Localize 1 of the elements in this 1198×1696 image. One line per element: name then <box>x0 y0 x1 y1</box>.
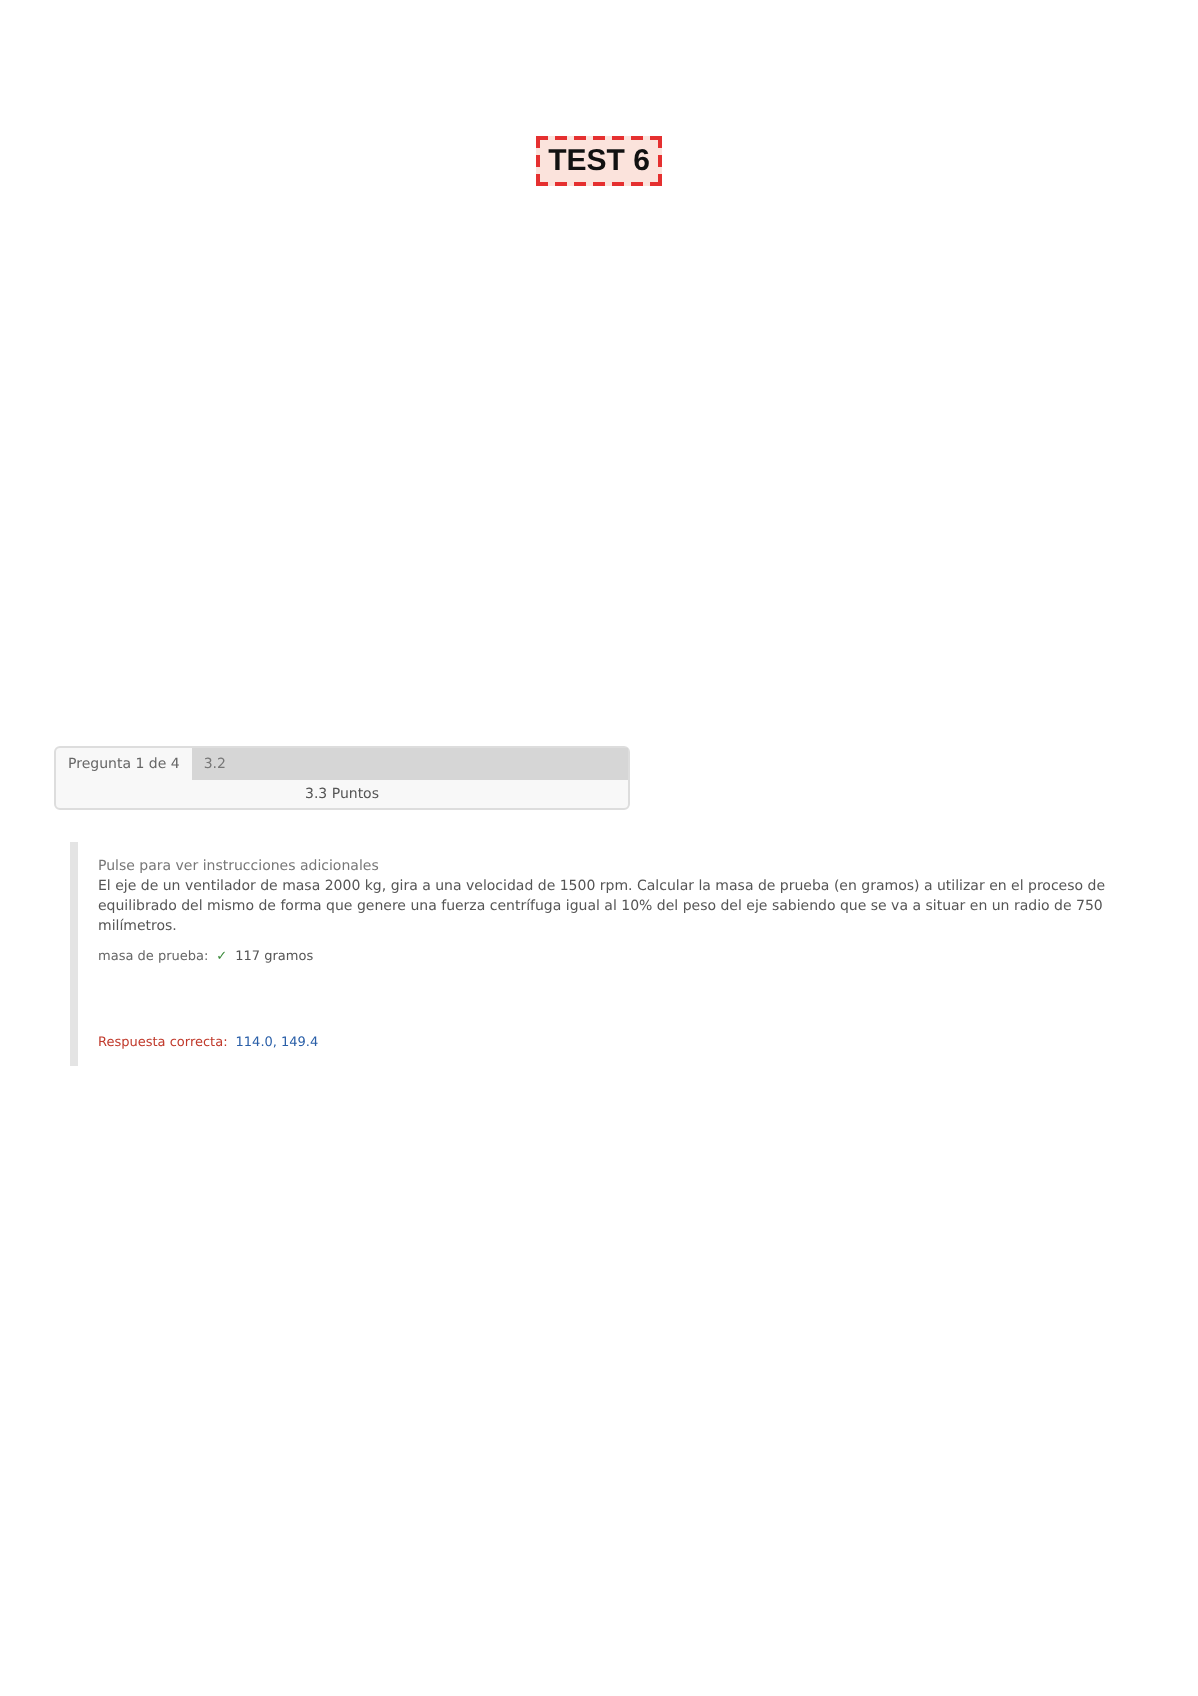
test-title: TEST 6 <box>536 136 662 186</box>
